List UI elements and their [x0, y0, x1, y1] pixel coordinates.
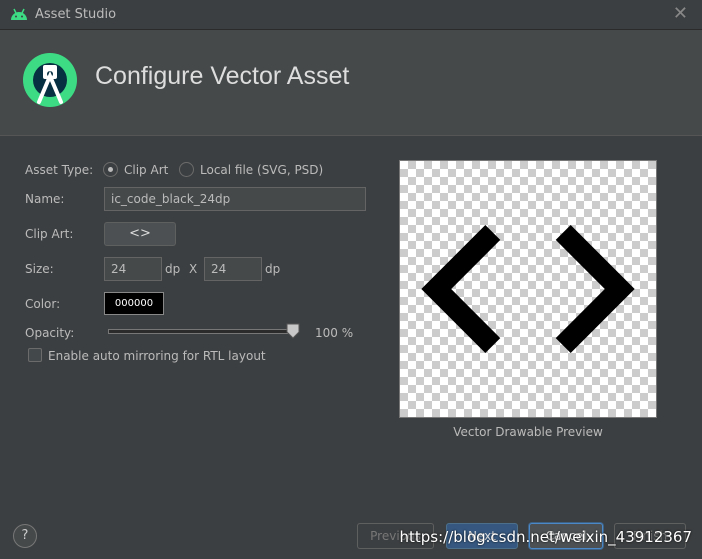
- close-icon[interactable]: ✕: [673, 4, 688, 24]
- radio-local-file-label[interactable]: Local file (SVG, PSD): [200, 163, 323, 177]
- opacity-label: Opacity:: [25, 326, 75, 340]
- clip-art-label: Clip Art:: [25, 227, 74, 241]
- watermark-text: https://blog.csdn.net/weixin_43912367: [399, 528, 692, 546]
- vector-preview: [399, 160, 657, 418]
- radio-clip-art-label[interactable]: Clip Art: [124, 163, 168, 177]
- color-label: Color:: [25, 297, 61, 311]
- radio-local-file[interactable]: [179, 162, 194, 177]
- wizard-header: Configure Vector Asset: [0, 30, 702, 136]
- code-icon: <>: [129, 226, 151, 241]
- title-bar: Asset Studio ✕: [0, 0, 702, 30]
- android-studio-logo: [23, 53, 77, 107]
- opacity-slider[interactable]: [108, 329, 294, 334]
- width-input[interactable]: 24: [104, 257, 162, 281]
- page-title: Configure Vector Asset: [95, 62, 350, 90]
- radio-clip-art[interactable]: [103, 162, 118, 177]
- preview-caption: Vector Drawable Preview: [453, 425, 603, 439]
- opacity-slider-thumb[interactable]: [286, 323, 300, 339]
- color-swatch[interactable]: 000000: [104, 292, 164, 315]
- height-input[interactable]: 24: [204, 257, 262, 281]
- opacity-value: 100 %: [315, 326, 354, 340]
- height-unit: dp: [265, 262, 281, 276]
- clip-art-button[interactable]: <>: [104, 222, 176, 246]
- size-separator: X: [189, 262, 198, 276]
- window-title: Asset Studio: [35, 7, 117, 22]
- asset-type-label: Asset Type:: [25, 163, 94, 177]
- name-input[interactable]: ic_code_black_24dp: [104, 187, 366, 211]
- rtl-checkbox[interactable]: [28, 348, 42, 362]
- width-unit: dp: [165, 262, 181, 276]
- rtl-label[interactable]: Enable auto mirroring for RTL layout: [48, 349, 266, 363]
- android-icon: [11, 8, 27, 20]
- name-label: Name:: [25, 192, 65, 206]
- size-label: Size:: [25, 262, 54, 276]
- code-icon: [421, 225, 635, 353]
- help-icon[interactable]: ?: [13, 524, 37, 548]
